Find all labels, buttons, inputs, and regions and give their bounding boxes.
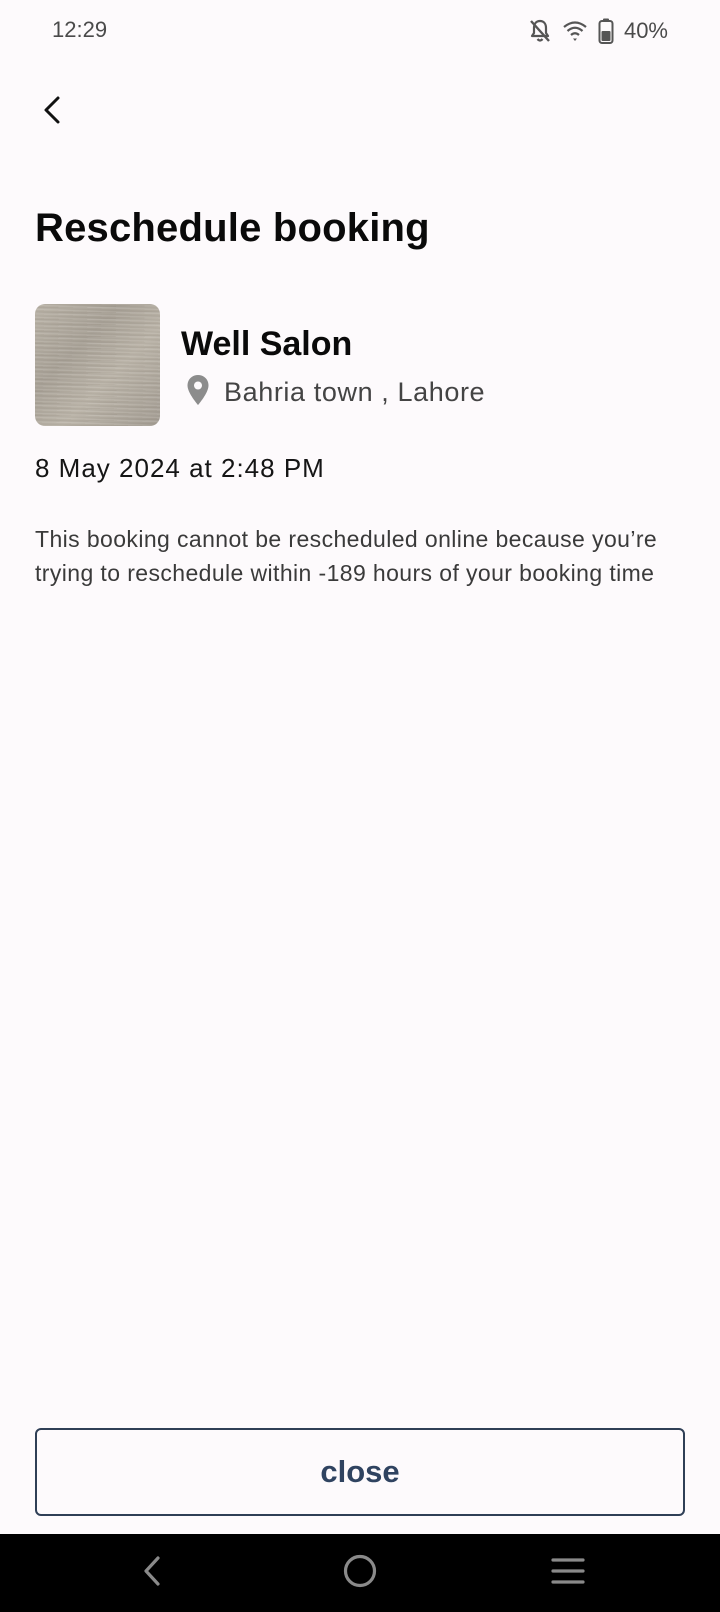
close-button-label: close — [320, 1454, 400, 1489]
close-button[interactable]: close — [35, 1428, 685, 1516]
nav-menu-button[interactable] — [528, 1534, 608, 1612]
page-title: Reschedule booking — [35, 206, 430, 250]
system-nav-bar — [0, 1534, 720, 1612]
back-button[interactable] — [30, 88, 74, 136]
location-text: Bahria town , Lahore — [224, 377, 486, 407]
status-icons: 40% — [528, 17, 668, 45]
chevron-left-icon — [40, 94, 64, 131]
status-bar: 12:29 40% — [0, 0, 720, 62]
nav-home-icon — [342, 1553, 378, 1594]
status-time: 12:29 — [52, 17, 108, 42]
screen: 12:29 40% Reschedule booking Well Salon … — [0, 0, 720, 1612]
salon-name: Well Salon — [181, 325, 353, 363]
nav-back-icon — [140, 1554, 164, 1593]
reschedule-message: This booking cannot be rescheduled onlin… — [35, 526, 658, 586]
wifi-icon — [562, 19, 588, 43]
bell-off-icon — [528, 18, 552, 44]
salon-location: Bahria town , Lahore — [186, 374, 485, 411]
battery-percentage: 40% — [623, 18, 668, 43]
salon-thumbnail — [35, 304, 160, 426]
nav-back-button[interactable] — [112, 1534, 192, 1612]
nav-home-button[interactable] — [320, 1534, 400, 1612]
nav-menu-icon — [550, 1556, 586, 1591]
battery-icon — [598, 18, 614, 44]
map-pin-icon — [186, 374, 210, 411]
booking-date: 8 May 2024 at 2:48 PM — [35, 453, 325, 483]
